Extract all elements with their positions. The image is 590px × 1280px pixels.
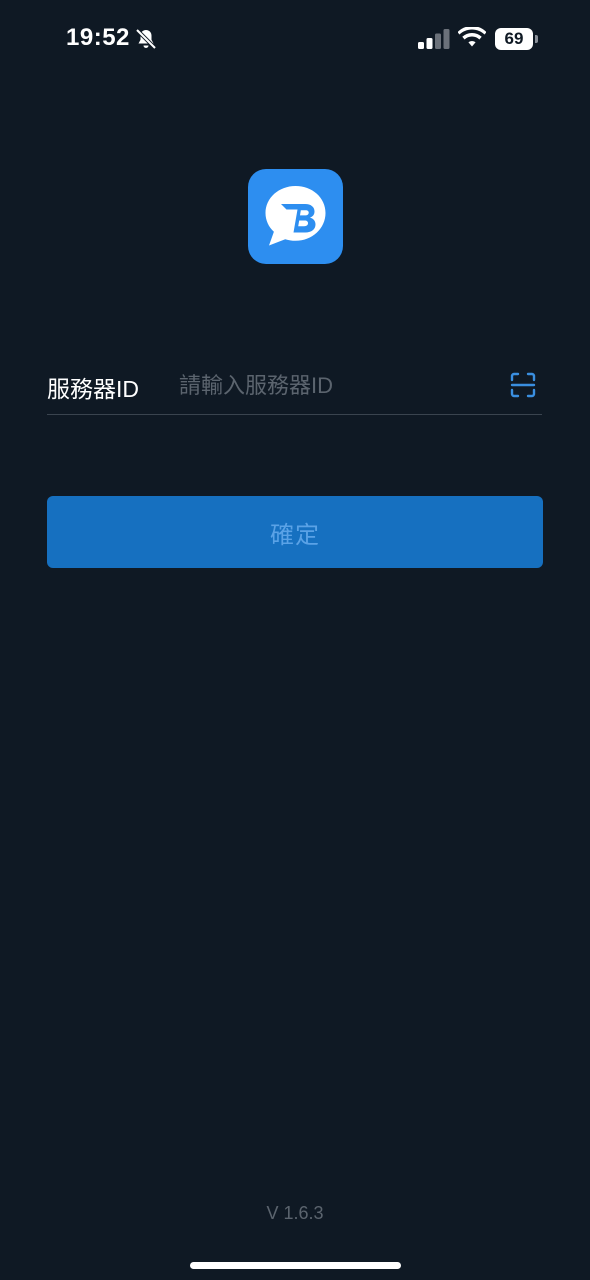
version-label: V 1.6.3 (266, 1203, 324, 1223)
scan-icon[interactable] (510, 372, 536, 398)
login-screen: 19:52 69 服務器ID 請輸入服務器ID 確定 V 1.6.3 (0, 0, 590, 1280)
chat-bubble-b-logo (265, 186, 326, 246)
mute-bell-icon (135, 28, 157, 50)
battery-icon: 69 (495, 28, 538, 50)
app-logo (248, 169, 343, 264)
server-id-label: 服務器ID (47, 376, 139, 402)
confirm-button[interactable]: 確定 (47, 496, 543, 568)
home-indicator[interactable] (190, 1262, 401, 1269)
wifi-icon (458, 27, 486, 47)
battery-nub (535, 35, 538, 43)
server-id-row: 服務器ID (47, 360, 542, 415)
battery-level: 69 (495, 28, 533, 50)
server-id-input[interactable] (179, 364, 499, 408)
cellular-signal-icon (418, 29, 450, 49)
field-divider (47, 414, 542, 415)
status-bar: 19:52 69 (0, 0, 590, 80)
status-time: 19:52 (66, 24, 130, 51)
